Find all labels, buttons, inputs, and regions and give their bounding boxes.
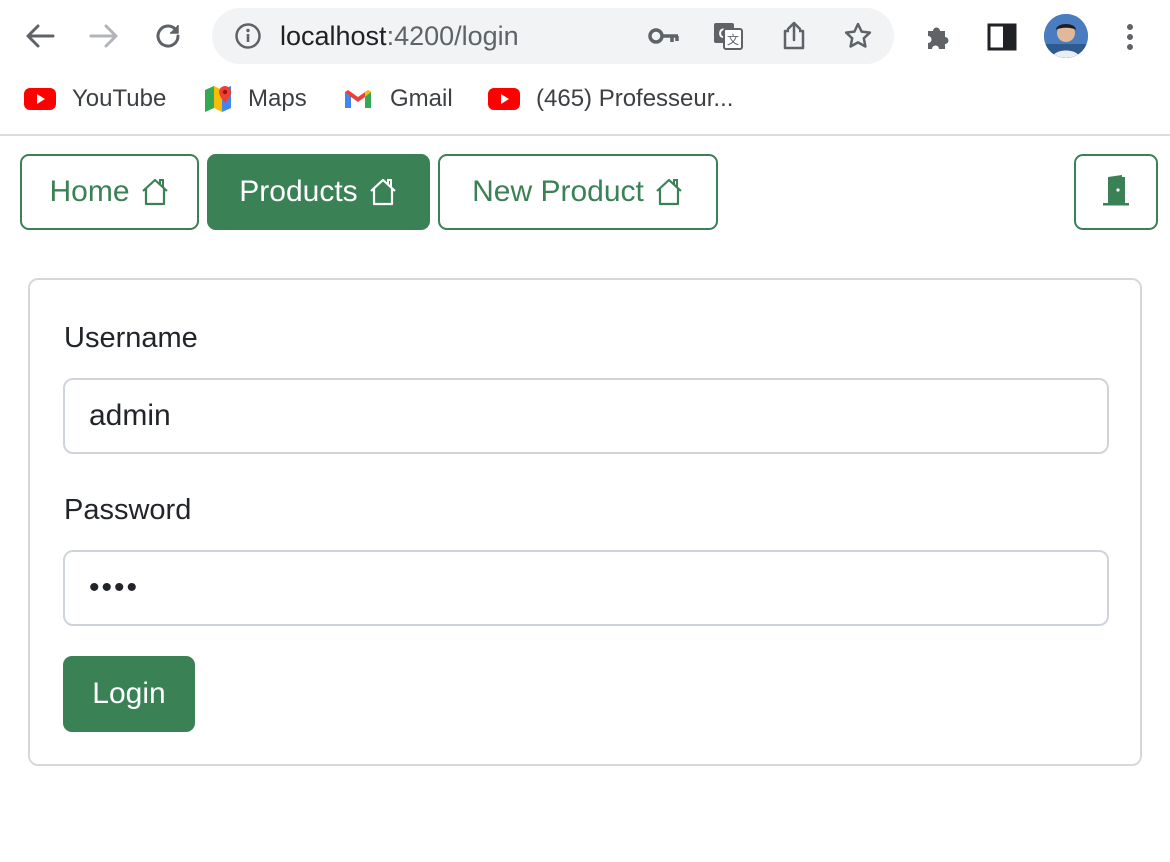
nav-products-button[interactable]: Products: [207, 154, 430, 230]
url-path: :4200/login: [386, 21, 519, 51]
svg-text:文: 文: [727, 32, 739, 47]
puzzle-icon[interactable]: [920, 20, 956, 54]
url-text: localhost:4200/login: [280, 21, 519, 51]
kebab-menu-icon[interactable]: [1116, 18, 1144, 56]
nav-home-button[interactable]: Home: [20, 154, 199, 230]
back-arrow-icon[interactable]: [22, 20, 58, 52]
username-input[interactable]: [63, 378, 1109, 454]
browser-toolbar: localhost:4200/login G文: [0, 0, 1170, 72]
bookmark-label: Maps: [248, 85, 307, 112]
translate-icon[interactable]: G文: [712, 20, 744, 52]
house-icon: [368, 178, 398, 206]
login-card: Username Password Login: [28, 278, 1142, 766]
reload-icon[interactable]: [150, 18, 186, 54]
house-icon: [140, 178, 170, 206]
bookmark-youtube[interactable]: YouTube: [24, 84, 166, 114]
address-bar[interactable]: localhost:4200/login G文: [212, 8, 894, 64]
password-input[interactable]: [63, 550, 1109, 626]
logout-button[interactable]: [1074, 154, 1158, 230]
info-icon[interactable]: [234, 22, 262, 50]
bookmark-maps[interactable]: Maps: [202, 84, 307, 114]
bookmark-youtube-professeur[interactable]: (465) Professeur...: [488, 84, 733, 114]
password-label: Password: [64, 494, 192, 526]
share-icon[interactable]: [778, 20, 810, 52]
bookmark-label: (465) Professeur...: [536, 85, 734, 112]
youtube-icon: [488, 84, 520, 114]
nav-new-product-label: New Product: [472, 175, 644, 208]
house-icon: [654, 178, 684, 206]
profile-avatar[interactable]: [1044, 14, 1088, 58]
bookmark-label: YouTube: [72, 85, 167, 112]
username-label: Username: [64, 322, 198, 354]
nav-new-product-button[interactable]: New Product: [438, 154, 718, 230]
forward-arrow-icon[interactable]: [86, 20, 122, 52]
nav-products-label: Products: [239, 175, 358, 208]
bookmarks-bar: YouTube Maps Gmail (465) Professeur...: [0, 72, 1170, 136]
nav-home-label: Home: [49, 175, 130, 208]
key-icon[interactable]: [648, 20, 680, 52]
side-panel-icon[interactable]: [984, 20, 1020, 54]
gmail-icon: [342, 84, 374, 114]
bookmark-gmail[interactable]: Gmail: [342, 84, 453, 114]
youtube-icon: [24, 84, 56, 114]
door-icon: [1101, 174, 1131, 211]
maps-icon: [202, 84, 234, 114]
bookmark-label: Gmail: [390, 85, 453, 112]
star-icon[interactable]: [842, 20, 874, 52]
login-button[interactable]: Login: [63, 656, 195, 732]
url-host: localhost: [280, 21, 387, 51]
